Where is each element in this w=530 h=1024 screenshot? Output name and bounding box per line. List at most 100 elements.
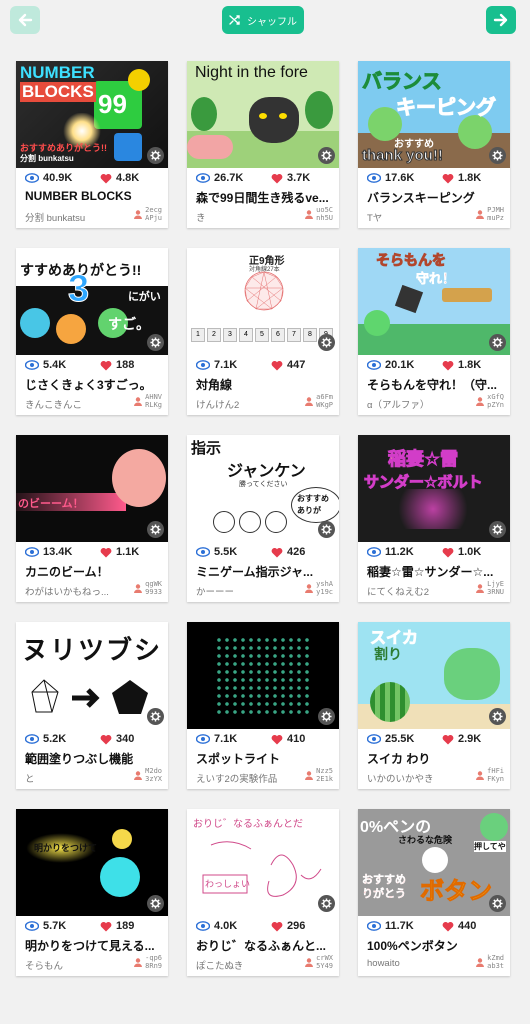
game-author[interactable]: にてくねえむ2: [367, 584, 463, 598]
game-author[interactable]: けんけん2: [196, 397, 292, 411]
game-card[interactable]: 正9角形 対角線27本 1 2 3 4 5 6 7 8 9 7.1K 447: [187, 248, 339, 415]
game-card[interactable]: バランス キーピング おすすめ thank you!! 17.6K 1.8K バ…: [358, 61, 510, 228]
game-author[interactable]: と: [25, 771, 121, 785]
game-title[interactable]: おりじ゛なるふぁんと...: [196, 937, 334, 954]
game-card[interactable]: 指示 ジャンケン 勝ってください おすすめ ありが 5.5K 426 ミニゲーム…: [187, 435, 339, 602]
game-author[interactable]: きんこきんこ: [25, 397, 121, 411]
shuffle-button[interactable]: シャッフル: [222, 6, 304, 34]
game-thumbnail[interactable]: [187, 622, 339, 729]
gear-icon[interactable]: [318, 708, 335, 725]
game-card[interactable]: すすめありがとう!! 3 すご。 にがい 5.4K 188 じさくきょく3すごっ…: [16, 248, 168, 415]
gear-icon[interactable]: [318, 334, 335, 351]
game-thumbnail[interactable]: スイカ 割り: [358, 622, 510, 729]
game-card[interactable]: おりじ゛なるふぁんとだ わっしょい 4.0K 296 おりじ゛なるふぁんと...…: [187, 809, 339, 976]
heart-icon: [442, 547, 454, 557]
game-title[interactable]: 明かりをつけて見える...: [25, 937, 163, 954]
view-count: 5.2K: [43, 733, 67, 745]
gear-icon[interactable]: [318, 521, 335, 538]
gear-icon[interactable]: [147, 708, 164, 725]
user-id-badge: PJMH muPz: [476, 206, 504, 222]
user-id: M2do 3zYX: [145, 767, 162, 783]
game-card[interactable]: のビーーム！ 13.4K 1.1K カニのビーム！ わがはいかもねっ... qg…: [16, 435, 168, 602]
user-icon: [476, 583, 485, 593]
game-title[interactable]: 100%ペンボタン: [367, 937, 505, 954]
game-author[interactable]: Tヤ: [367, 210, 463, 224]
game-thumbnail[interactable]: 正9角形 対角線27本 1 2 3 4 5 6 7 8 9: [187, 248, 339, 355]
game-author[interactable]: α（アルファ）: [367, 397, 463, 411]
user-id-badge: fHFi FKyn: [476, 767, 504, 783]
gear-icon[interactable]: [147, 147, 164, 164]
gear-icon[interactable]: [147, 895, 164, 912]
game-title[interactable]: 稲妻☆雷☆サンダー☆...: [367, 563, 505, 580]
game-card[interactable]: 稲妻☆雷 サンダー☆ボルト 11.2K 1.0K 稲妻☆雷☆サンダー☆... に…: [358, 435, 510, 602]
eye-icon: [367, 547, 381, 557]
gear-icon[interactable]: [147, 334, 164, 351]
like-count: 1.1K: [116, 546, 140, 558]
game-thumbnail[interactable]: のビーーム！: [16, 435, 168, 542]
game-thumbnail[interactable]: 明かりをつけて: [16, 809, 168, 916]
gear-icon[interactable]: [318, 147, 335, 164]
eye-icon: [196, 547, 210, 557]
game-thumbnail[interactable]: すすめありがとう!! 3 すご。 にがい: [16, 248, 168, 355]
heart-icon: [271, 360, 283, 370]
user-icon: [476, 770, 485, 780]
game-stats: 7.1K 447: [196, 358, 305, 372]
game-title[interactable]: 対角線: [196, 376, 334, 393]
view-count: 7.1K: [214, 733, 238, 745]
game-author[interactable]: ぽこたぬき: [196, 958, 292, 972]
game-thumbnail[interactable]: おりじ゛なるふぁんとだ わっしょい: [187, 809, 339, 916]
game-title[interactable]: バランスキーピング: [367, 189, 505, 206]
game-thumbnail[interactable]: ヌリツブシ: [16, 622, 168, 729]
game-title[interactable]: 森で99日間生き残るve...: [196, 189, 334, 206]
game-title[interactable]: そらもんを守れ！（守...: [367, 376, 505, 393]
game-author[interactable]: えいす2の実験作品: [196, 771, 292, 785]
game-card[interactable]: そらもんを 守れ！ 20.1K 1.8K そらもんを守れ！（守... α（アルフ…: [358, 248, 510, 415]
game-title[interactable]: スイカ わり: [367, 750, 505, 767]
game-card[interactable]: 0%ペンの さわるな危険 押してや おすすめ りがとう ボタン 11.7K 44…: [358, 809, 510, 976]
previous-page-button[interactable]: [10, 6, 40, 34]
game-author[interactable]: き: [196, 210, 292, 224]
gear-icon[interactable]: [489, 521, 506, 538]
game-title[interactable]: じさくきょく3すごっ。: [25, 376, 163, 393]
game-card[interactable]: 7.1K 410 スポットライト えいす2の実験作品 Nzz5 2E1k: [187, 622, 339, 789]
gear-icon[interactable]: [318, 895, 335, 912]
game-thumbnail[interactable]: 指示 ジャンケン 勝ってください おすすめ ありが: [187, 435, 339, 542]
gear-icon[interactable]: [489, 334, 506, 351]
view-count: 5.4K: [43, 359, 67, 371]
next-page-button[interactable]: [486, 6, 516, 34]
user-id: fHFi FKyn: [487, 767, 504, 783]
game-title[interactable]: 範囲塗りつぶし機能: [25, 750, 163, 767]
gear-icon[interactable]: [489, 895, 506, 912]
view-count: 26.7K: [214, 172, 244, 184]
gear-icon[interactable]: [489, 147, 506, 164]
gear-icon[interactable]: [489, 708, 506, 725]
gear-icon[interactable]: [147, 521, 164, 538]
game-thumbnail[interactable]: Night in the fore: [187, 61, 339, 168]
game-title[interactable]: ミニゲーム指示ジャ...: [196, 563, 334, 580]
game-title[interactable]: カニのビーム！: [25, 563, 163, 580]
game-card[interactable]: スイカ 割り 25.5K 2.9K スイカ わり いかのいかやき fHFi FK…: [358, 622, 510, 789]
game-author[interactable]: そらもん: [25, 958, 121, 972]
game-card[interactable]: ヌリツブシ 5.2K 340 範囲塗りつぶし機能 と M2do 3zYX: [16, 622, 168, 789]
game-thumbnail[interactable]: 稲妻☆雷 サンダー☆ボルト: [358, 435, 510, 542]
eye-icon: [367, 360, 381, 370]
eye-icon: [367, 921, 381, 931]
game-card[interactable]: Night in the fore 26.7K 3.7K 森で99日間生き残るv…: [187, 61, 339, 228]
view-count: 17.6K: [385, 172, 415, 184]
game-thumbnail[interactable]: そらもんを 守れ！: [358, 248, 510, 355]
game-author[interactable]: かーーー: [196, 584, 292, 598]
view-count: 40.9K: [43, 172, 73, 184]
game-thumbnail[interactable]: NUMBER BLOCKS 99 おすすめありがとう!! 分割 bunkatsu: [16, 61, 168, 168]
game-title[interactable]: NUMBER BLOCKS: [25, 189, 163, 203]
game-card[interactable]: NUMBER BLOCKS 99 おすすめありがとう!! 分割 bunkatsu…: [16, 61, 168, 228]
thumbnail-text: サンダー☆ボルト: [363, 474, 483, 492]
game-thumbnail[interactable]: 0%ペンの さわるな危険 押してや おすすめ りがとう ボタン: [358, 809, 510, 916]
game-thumbnail[interactable]: バランス キーピング おすすめ thank you!!: [358, 61, 510, 168]
user-icon: [134, 957, 143, 967]
game-author[interactable]: 分割 bunkatsu: [25, 210, 121, 224]
game-author[interactable]: howaito: [367, 958, 463, 969]
game-author[interactable]: わがはいかもねっ...: [25, 584, 121, 598]
game-card[interactable]: 明かりをつけて 5.7K 189 明かりをつけて見える... そらもん -qp6…: [16, 809, 168, 976]
game-title[interactable]: スポットライト: [196, 750, 334, 767]
game-author[interactable]: いかのいかやき: [367, 771, 463, 785]
